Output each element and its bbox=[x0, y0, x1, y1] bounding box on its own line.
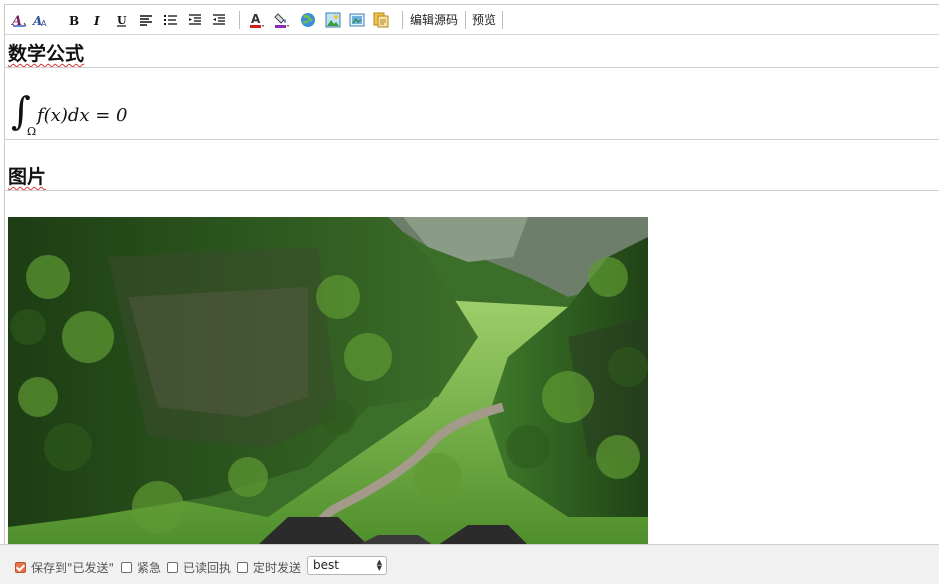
send-options-bar: 保存到"已发送" 紧急 已读回执 定时发送 best ▲ ▼ bbox=[0, 544, 939, 584]
save-to-sent-label: 保存到"已发送" bbox=[31, 560, 115, 575]
heading-divider bbox=[5, 67, 939, 68]
edit-source-button[interactable]: 编辑源码 bbox=[410, 11, 458, 29]
read-receipt-label: 已读回执 bbox=[183, 560, 232, 575]
save-to-sent-checkbox[interactable] bbox=[15, 561, 26, 573]
toolbar-separator bbox=[465, 11, 466, 29]
schedule-select[interactable]: best ▲ ▼ bbox=[307, 556, 387, 575]
link-icon[interactable] bbox=[299, 10, 317, 30]
canyon-photo[interactable] bbox=[8, 217, 648, 545]
math-formula: ∫ Ω f(x)dx = 0 bbox=[11, 91, 211, 141]
screenshot-icon[interactable] bbox=[348, 10, 366, 30]
scheduled-send-label: 定时发送 bbox=[253, 560, 302, 575]
svg-text:A: A bbox=[251, 12, 261, 26]
integral-subscript: Ω bbox=[27, 125, 37, 138]
image-heading: 图片 bbox=[8, 166, 47, 188]
svg-text:I: I bbox=[93, 14, 100, 28]
toolbar-separator bbox=[239, 11, 240, 29]
bold-icon[interactable]: B bbox=[65, 10, 83, 30]
align-icon[interactable] bbox=[137, 10, 155, 30]
urgent-checkbox[interactable] bbox=[121, 561, 132, 573]
math-heading: 数学公式 bbox=[8, 43, 85, 65]
unordered-list-icon[interactable] bbox=[162, 10, 180, 30]
schedule-select-value: best bbox=[313, 558, 339, 572]
svg-text:B: B bbox=[69, 14, 79, 28]
heading-divider bbox=[5, 190, 939, 191]
background-color-icon[interactable] bbox=[273, 10, 291, 30]
urgent-label: 紧急 bbox=[137, 560, 162, 575]
outdent-icon[interactable] bbox=[210, 10, 228, 30]
save-to-sent-option[interactable]: 保存到"已发送" bbox=[15, 559, 114, 575]
editor-toolbar: A AA B I U A 编辑源码 预览 bbox=[5, 5, 939, 35]
font-family-icon[interactable]: A bbox=[10, 10, 28, 30]
preview-button[interactable]: 预览 bbox=[472, 11, 496, 29]
italic-icon[interactable]: I bbox=[89, 10, 107, 30]
toolbar-separator bbox=[402, 11, 403, 29]
font-color-icon[interactable]: A bbox=[248, 10, 266, 30]
stationery-icon[interactable] bbox=[372, 10, 390, 30]
section-divider bbox=[5, 139, 939, 140]
read-receipt-checkbox[interactable] bbox=[167, 561, 178, 573]
select-arrows-icon: ▲ ▼ bbox=[376, 558, 382, 572]
urgent-option[interactable]: 紧急 bbox=[121, 559, 161, 575]
editor-content[interactable]: 数学公式 ∫ Ω f(x)dx = 0 图片 bbox=[5, 35, 939, 545]
image-icon[interactable] bbox=[324, 10, 342, 30]
rich-text-editor: A AA B I U A 编辑源码 预览 数学公式 ∫ Ω f(x)dx = 0… bbox=[4, 4, 939, 545]
svg-text:A: A bbox=[41, 19, 47, 28]
toolbar-separator bbox=[502, 11, 503, 29]
underline-icon[interactable]: U bbox=[113, 10, 131, 30]
indent-icon[interactable] bbox=[186, 10, 204, 30]
scheduled-send-checkbox[interactable] bbox=[237, 561, 248, 573]
svg-text:U: U bbox=[117, 14, 127, 27]
font-size-icon[interactable]: AA bbox=[31, 10, 49, 30]
scheduled-send-option[interactable]: 定时发送 bbox=[237, 559, 301, 575]
read-receipt-option[interactable]: 已读回执 bbox=[167, 559, 231, 575]
math-expression: f(x)dx = 0 bbox=[37, 105, 128, 126]
